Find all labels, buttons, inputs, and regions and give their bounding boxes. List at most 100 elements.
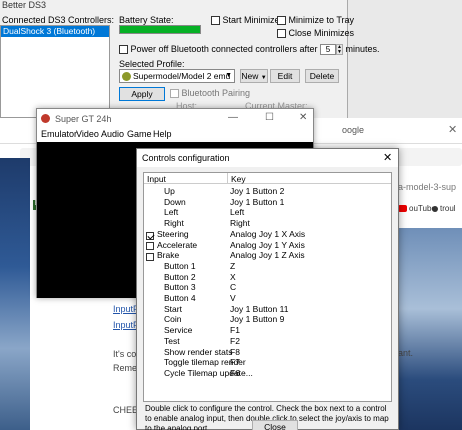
- control-input-name: Up: [164, 186, 175, 196]
- dialog-title: Controls configuration: [142, 153, 230, 163]
- controllers-list[interactable]: DualShock 3 (Bluetooth): [0, 25, 110, 118]
- page-text-1: It's co: [113, 349, 137, 359]
- table-row[interactable]: Service F1: [144, 325, 391, 336]
- menu-help[interactable]: Help: [153, 129, 172, 139]
- profile-select[interactable]: Supermodel/Model 2 emu ▼: [119, 69, 235, 83]
- power-off-option[interactable]: Power off Bluetooth connected controller…: [119, 44, 380, 56]
- table-row[interactable]: Right Right: [144, 218, 391, 229]
- checkbox-icon[interactable]: [146, 242, 154, 251]
- table-row[interactable]: Button 1 Z: [144, 261, 391, 272]
- table-row[interactable]: Brake Analog Joy 1 Z Axis: [144, 250, 391, 261]
- table-row[interactable]: Down Joy 1 Button 1: [144, 197, 391, 208]
- table-row[interactable]: Start Joy 1 Button 11: [144, 304, 391, 315]
- edit-profile-button[interactable]: Edit: [270, 69, 300, 83]
- controller-list-item[interactable]: DualShock 3 (Bluetooth): [1, 26, 109, 37]
- maximize-icon[interactable]: ☐: [265, 112, 274, 123]
- power-off-label: Power off Bluetooth connected controller…: [130, 44, 318, 54]
- page-url-fragment: a-model-3-sup: [398, 182, 457, 192]
- bluetooth-pairing-checkbox[interactable]: [170, 89, 179, 99]
- youtube-icon: [398, 205, 407, 213]
- table-row[interactable]: Button 4 V: [144, 293, 391, 304]
- column-header-input[interactable]: Input: [147, 174, 166, 184]
- control-input-name: Brake: [157, 250, 180, 261]
- spinner-arrows-icon[interactable]: ▲ ▼: [335, 44, 343, 56]
- table-row[interactable]: Up Joy 1 Button 2: [144, 186, 391, 197]
- table-row[interactable]: Button 2 X: [144, 272, 391, 283]
- menu-emulator[interactable]: Emulator: [41, 129, 77, 139]
- close-minimizes-checkbox[interactable]: [277, 29, 286, 39]
- new-button-label: New: [241, 71, 259, 81]
- minimize-icon[interactable]: —: [228, 112, 238, 123]
- bookmark-trou[interactable]: troul: [432, 204, 456, 213]
- control-input-name: Start: [164, 303, 182, 314]
- page-link-1[interactable]: InputF: [113, 304, 139, 314]
- checkbox-icon[interactable]: [146, 252, 154, 261]
- table-row[interactable]: Coin Joy 1 Button 9: [144, 314, 391, 325]
- supermodel-app-icon: [41, 114, 50, 123]
- bookmark-icon-dot: [432, 205, 438, 212]
- chevron-down-icon: ▼: [225, 72, 232, 79]
- bluetooth-pairing-option[interactable]: Bluetooth Pairing: [170, 88, 251, 99]
- minimize-to-tray-checkbox[interactable]: [277, 16, 286, 26]
- table-row[interactable]: Show render stats F8: [144, 347, 391, 358]
- start-minimized-option[interactable]: Start Minimized: [211, 15, 285, 26]
- close-minimizes-label: Close Minimizes: [288, 28, 355, 38]
- control-key-binding: Left: [230, 207, 245, 218]
- menu-bar: Emulator Video Audio Game Help: [37, 128, 313, 142]
- control-input-name: Accelerate: [157, 239, 198, 250]
- start-minimized-checkbox[interactable]: [211, 16, 220, 26]
- power-off-minutes-input[interactable]: 5: [319, 44, 336, 56]
- page-link-2[interactable]: InputF: [113, 320, 139, 330]
- column-divider[interactable]: [227, 173, 228, 184]
- dropdown-arrow-icon: ▼: [260, 75, 267, 81]
- control-input-name: Right: [164, 218, 184, 229]
- checkbox-checked-icon[interactable]: [146, 231, 154, 240]
- gamepad-icon: [122, 72, 131, 82]
- menu-game[interactable]: Game: [127, 129, 152, 139]
- browser-tab-label[interactable]: oogle: [342, 125, 364, 135]
- menu-audio[interactable]: Audio: [101, 129, 124, 139]
- close-button[interactable]: Close: [252, 420, 298, 430]
- control-key-binding: Joy 1 Button 11: [230, 303, 289, 314]
- page-text-2: Reme: [113, 363, 138, 373]
- controls-list[interactable]: Input Key Up Joy 1 Button 2 Down Joy 1 Butt…: [143, 172, 392, 402]
- control-key-binding: Right: [230, 218, 250, 229]
- table-row[interactable]: Steering Analog Joy 1 X Axis: [144, 229, 391, 240]
- youtube-bookmark[interactable]: ouTube: [398, 204, 436, 213]
- table-row[interactable]: Cycle Tilemap update... F6: [144, 368, 391, 379]
- apply-button[interactable]: Apply: [119, 87, 165, 101]
- dialog-titlebar: Controls configuration ✕: [137, 149, 398, 167]
- control-key-binding: F1: [230, 325, 240, 336]
- control-key-binding: F8: [230, 346, 240, 357]
- page-text-3: CHEE: [113, 405, 139, 415]
- new-profile-button[interactable]: New ▼: [240, 69, 268, 83]
- control-key-binding: Z: [230, 260, 236, 271]
- close-minimizes-option[interactable]: Close Minimizes: [277, 28, 355, 39]
- control-key-binding: Joy 1 Button 1: [230, 196, 285, 207]
- minimize-to-tray-label: Minimize to Tray: [288, 15, 355, 25]
- table-row[interactable]: Toggle tilemap render F7: [144, 357, 391, 368]
- close-icon[interactable]: ✕: [299, 112, 307, 123]
- column-header-key[interactable]: Key: [231, 174, 246, 184]
- power-off-checkbox[interactable]: [119, 45, 128, 55]
- delete-profile-button[interactable]: Delete: [305, 69, 339, 83]
- bluetooth-pairing-label: Bluetooth Pairing: [181, 88, 251, 98]
- table-row[interactable]: Button 3 C: [144, 282, 391, 293]
- bookmark-trou-label: troul: [440, 204, 456, 213]
- control-key-binding: C: [230, 282, 237, 293]
- control-input-name: Coin: [164, 314, 182, 325]
- table-row[interactable]: Accelerate Analog Joy 1 Y Axis: [144, 240, 391, 251]
- table-row[interactable]: Left Left: [144, 207, 391, 218]
- browser-tab-close-icon[interactable]: ✕: [448, 123, 457, 136]
- control-input-name: Button 4: [164, 293, 196, 303]
- control-key-binding: Analog Joy 1 Z Axis: [230, 250, 305, 261]
- control-input-name: Show render stats: [164, 346, 233, 357]
- menu-video[interactable]: Video: [76, 129, 99, 139]
- close-icon[interactable]: ✕: [383, 151, 392, 164]
- control-input-name: Button 2: [164, 271, 196, 282]
- list-header: Input Key: [144, 173, 391, 184]
- minimize-to-tray-option[interactable]: Minimize to Tray: [277, 15, 355, 26]
- profile-select-value: Supermodel/Model 2 emu: [133, 71, 231, 81]
- table-row[interactable]: Test F2: [144, 336, 391, 347]
- control-input-name: Service: [164, 325, 193, 336]
